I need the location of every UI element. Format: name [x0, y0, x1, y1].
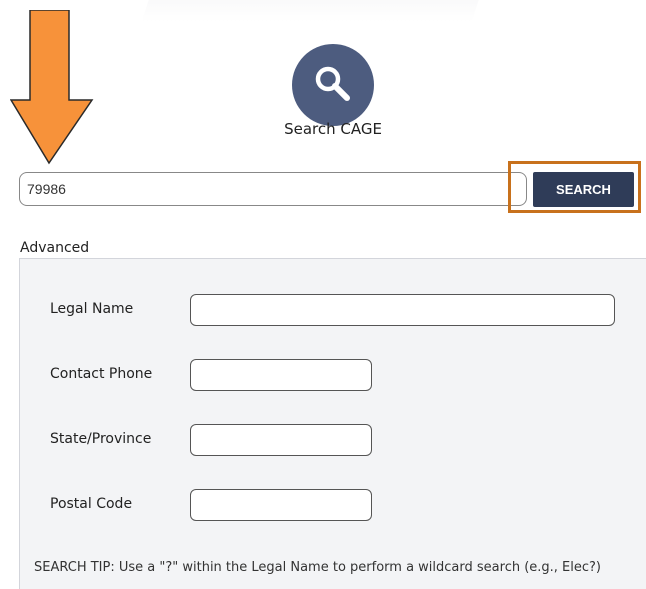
postal-code-field[interactable]	[190, 489, 372, 521]
background-sheen	[141, 0, 489, 22]
state-province-field[interactable]	[190, 424, 372, 456]
contact-phone-label: Contact Phone	[50, 366, 153, 382]
state-province-label: State/Province	[50, 431, 152, 447]
page-title: Search CAGE	[284, 120, 382, 138]
cage-search-input[interactable]	[19, 172, 527, 206]
legal-name-field[interactable]	[190, 294, 615, 326]
search-icon	[292, 44, 374, 126]
search-button[interactable]: SEARCH	[533, 172, 634, 207]
postal-code-label: Postal Code	[50, 496, 133, 512]
advanced-section-label: Advanced	[20, 240, 90, 256]
legal-name-label: Legal Name	[50, 301, 134, 317]
search-tip: SEARCH TIP: Use a "?" within the Legal N…	[34, 560, 602, 575]
contact-phone-field[interactable]	[190, 359, 372, 391]
orange-arrow-annotation	[10, 10, 94, 165]
